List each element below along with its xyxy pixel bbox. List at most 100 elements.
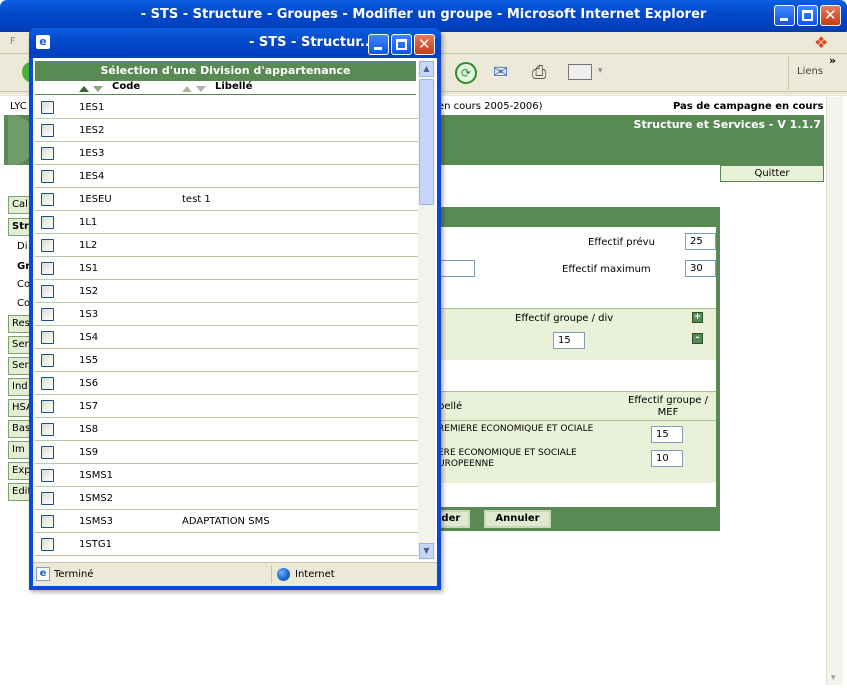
scroll-down-icon[interactable]: ▾ xyxy=(831,673,836,683)
list-item[interactable]: 1S7 xyxy=(35,395,418,418)
row-checkbox[interactable] xyxy=(41,308,54,321)
row-code: 1L2 xyxy=(79,240,98,251)
effectif-prevu-input[interactable]: 25 xyxy=(685,233,716,250)
row-libelle: ADAPTATION SMS xyxy=(182,516,270,527)
scroll-down-icon[interactable]: ▼ xyxy=(419,543,434,559)
popup-column-headers: Code Libellé xyxy=(35,81,416,95)
row-checkbox[interactable] xyxy=(41,515,54,528)
list-item[interactable]: 1ESEU test 1 xyxy=(35,188,418,211)
division-effectif-input[interactable]: 15 xyxy=(553,332,585,349)
cancel-button[interactable]: Annuler xyxy=(484,510,551,528)
mef-row-1-libelle: ERE ECONOMIQUE ET SOCIALE UROPEENNE xyxy=(438,448,577,469)
sort-code-asc-icon[interactable] xyxy=(79,84,89,95)
row-checkbox[interactable] xyxy=(41,377,54,390)
list-item[interactable]: 1SMS2 xyxy=(35,487,418,510)
row-code: 1ES2 xyxy=(79,125,105,136)
mef-row-1-input[interactable]: 10 xyxy=(651,450,683,467)
list-item[interactable]: 1S3 xyxy=(35,303,418,326)
row-checkbox[interactable] xyxy=(41,170,54,183)
minimize-button[interactable] xyxy=(774,5,795,26)
row-checkbox[interactable] xyxy=(41,193,54,206)
sort-libelle-desc-icon[interactable] xyxy=(196,84,206,95)
list-item[interactable]: 1ES2 xyxy=(35,119,418,142)
effectif-max-input[interactable]: 30 xyxy=(685,260,716,277)
print-icon[interactable]: ⎙ xyxy=(532,62,546,83)
toolbar-more-chevron[interactable]: » xyxy=(829,54,836,67)
row-checkbox[interactable] xyxy=(41,101,54,114)
ie-page-icon: e xyxy=(36,567,50,581)
maximize-button[interactable] xyxy=(797,5,818,26)
popup-title: - STS - Structur... xyxy=(249,35,375,50)
list-item[interactable]: 1ES3 xyxy=(35,142,418,165)
row-checkbox[interactable] xyxy=(41,446,54,459)
row-libelle: test 1 xyxy=(182,194,211,205)
history-icon[interactable]: ⟳ xyxy=(455,62,477,84)
popup-scrollbar[interactable]: ▲ ▼ xyxy=(418,60,435,560)
row-checkbox[interactable] xyxy=(41,262,54,275)
list-item[interactable]: 1STG1 xyxy=(35,533,418,556)
popup-maximize-button[interactable] xyxy=(391,34,412,55)
row-checkbox[interactable] xyxy=(41,285,54,298)
list-item[interactable]: 1L2 xyxy=(35,234,418,257)
row-checkbox[interactable] xyxy=(41,492,54,505)
row-checkbox[interactable] xyxy=(41,354,54,367)
row-code: 1S6 xyxy=(79,378,99,389)
main-window-title: - STS - Structure - Groupes - Modifier u… xyxy=(140,7,707,22)
list-item[interactable]: 1S5 xyxy=(35,349,418,372)
column-libelle-header[interactable]: Libellé xyxy=(215,81,252,92)
page-scrollbar[interactable]: ▾ xyxy=(826,97,843,685)
sort-code-desc-icon[interactable] xyxy=(93,84,103,95)
row-checkbox[interactable] xyxy=(41,239,54,252)
list-item[interactable]: 1ES4 xyxy=(35,165,418,188)
windows-logo-icon: ❖ xyxy=(814,33,829,52)
mef-libelle-header: bellé xyxy=(438,401,463,412)
ie-page-icon: e xyxy=(36,35,50,49)
mail-icon[interactable]: ✉ xyxy=(493,62,508,83)
popup-close-button[interactable]: ✕ xyxy=(414,34,435,55)
menu-file[interactable]: F xyxy=(10,36,16,47)
row-checkbox[interactable] xyxy=(41,331,54,344)
list-item[interactable]: 1S1 xyxy=(35,257,418,280)
list-item[interactable]: 1S6 xyxy=(35,372,418,395)
list-item[interactable]: 1SMS3 ADAPTATION SMS xyxy=(35,510,418,533)
list-item[interactable]: 1ES1 xyxy=(35,96,418,119)
edit-icon[interactable] xyxy=(568,64,592,80)
edit-dropdown-icon[interactable]: ▾ xyxy=(598,66,603,76)
row-code: 1S3 xyxy=(79,309,99,320)
list-item[interactable]: 1S4 xyxy=(35,326,418,349)
group-name-input[interactable] xyxy=(436,260,475,277)
status-divider xyxy=(271,565,272,583)
row-checkbox[interactable] xyxy=(41,469,54,482)
add-division-icon[interactable]: + xyxy=(692,312,703,323)
row-checkbox[interactable] xyxy=(41,147,54,160)
quit-button[interactable]: Quitter xyxy=(720,165,824,182)
row-checkbox[interactable] xyxy=(41,124,54,137)
list-item[interactable]: 1S2 xyxy=(35,280,418,303)
mef-effectif-header: Effectif groupe / MEF xyxy=(628,395,708,418)
list-item[interactable]: 1SMS1 xyxy=(35,464,418,487)
list-item[interactable]: 1S9 xyxy=(35,441,418,464)
mef-row-0-input[interactable]: 15 xyxy=(651,426,683,443)
links-label[interactable]: Liens xyxy=(797,66,823,77)
row-checkbox[interactable] xyxy=(41,216,54,229)
row-checkbox[interactable] xyxy=(41,400,54,413)
column-code-header[interactable]: Code xyxy=(112,81,140,92)
row-code: 1L1 xyxy=(79,217,98,228)
row-code: 1ES3 xyxy=(79,148,105,159)
list-item[interactable]: 1S8 xyxy=(35,418,418,441)
row-code: 1ESEU xyxy=(79,194,112,205)
remove-division-icon[interactable]: - xyxy=(692,333,703,344)
campaign-status: Pas de campagne en cours xyxy=(673,101,824,112)
sort-libelle-asc-icon[interactable] xyxy=(182,84,192,95)
scroll-thumb[interactable] xyxy=(419,79,434,205)
scroll-up-icon[interactable]: ▲ xyxy=(419,61,434,77)
form-footer xyxy=(436,507,720,531)
school-prefix: LYC xyxy=(10,101,27,112)
popup-minimize-button[interactable] xyxy=(368,34,389,55)
row-checkbox[interactable] xyxy=(41,538,54,551)
row-checkbox[interactable] xyxy=(41,423,54,436)
row-code: 1SMS1 xyxy=(79,470,114,481)
list-item[interactable]: 1L1 xyxy=(35,211,418,234)
close-button[interactable]: ✕ xyxy=(820,5,841,26)
row-code: 1STG1 xyxy=(79,539,112,550)
